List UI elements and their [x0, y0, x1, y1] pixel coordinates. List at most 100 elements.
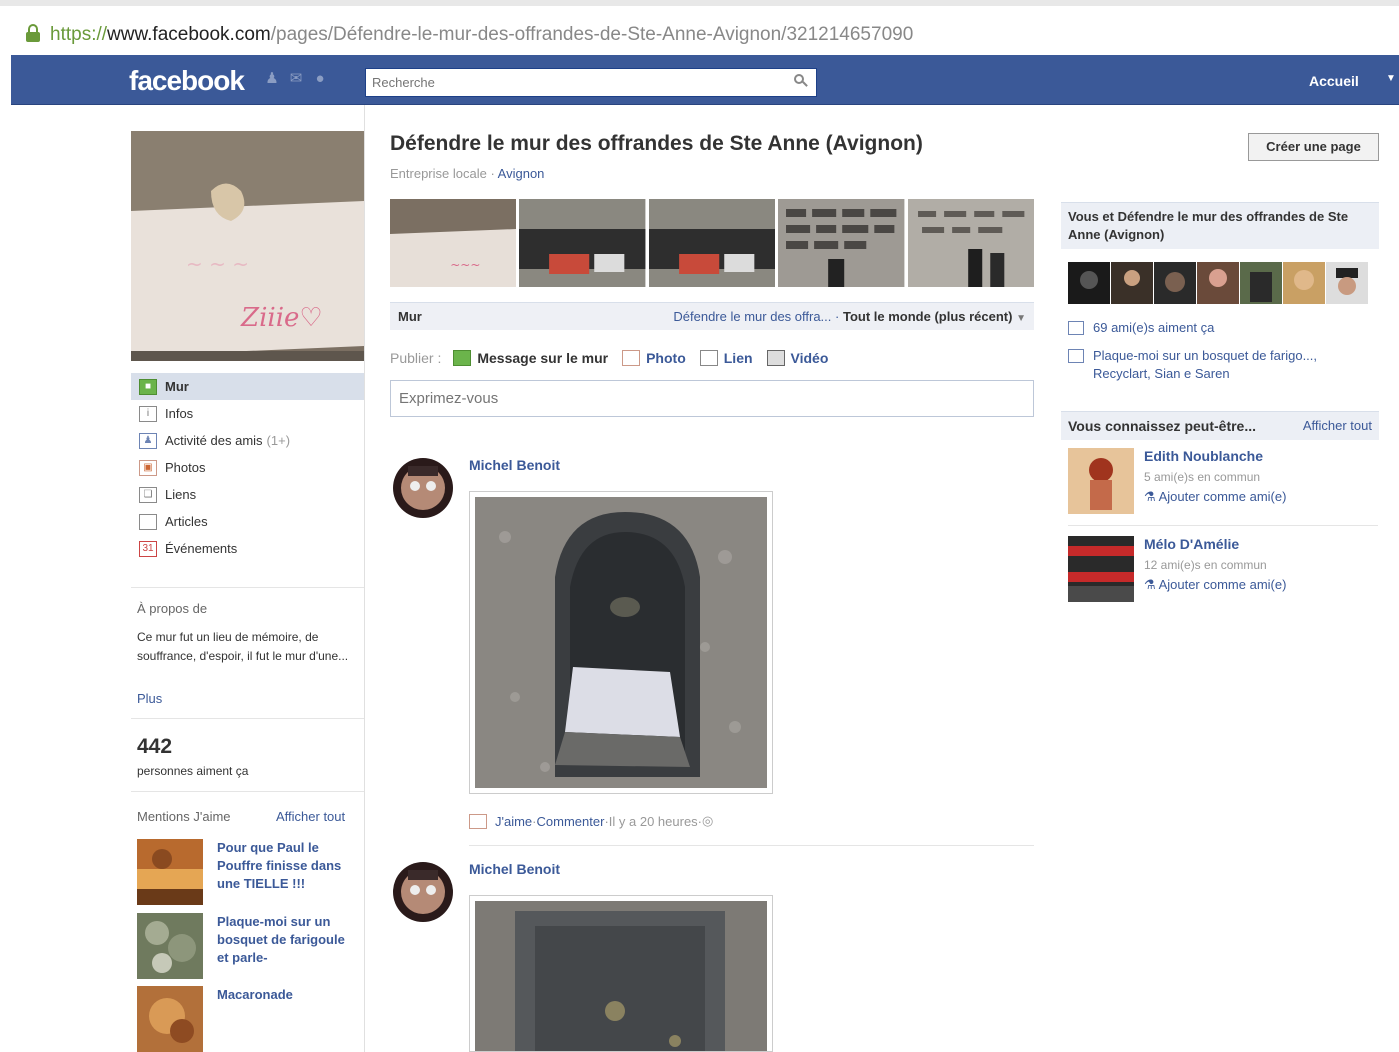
suggestion-name[interactable]: Mélo D'Amélie: [1144, 536, 1239, 552]
strip-photo[interactable]: [648, 199, 776, 287]
events-icon: 31: [139, 540, 157, 557]
home-link[interactable]: Accueil: [1309, 73, 1359, 89]
mention-title[interactable]: Macaronade: [217, 986, 357, 1004]
friend-avatar[interactable]: [1240, 262, 1282, 304]
photo-icon: [469, 813, 487, 829]
friends-who-like-strip: [1068, 262, 1368, 304]
add-friend-icon: ⚗: [1144, 577, 1156, 592]
mention-thumbnail: [137, 913, 203, 979]
strip-photo[interactable]: [907, 199, 1035, 287]
friend-requests-icon[interactable]: ♟: [263, 71, 281, 87]
facebook-logo[interactable]: facebook: [129, 65, 245, 97]
suggestion-avatar[interactable]: [1068, 448, 1134, 514]
url-text[interactable]: https://www.facebook.com/pages/Défendre-…: [50, 24, 913, 46]
friend-avatar[interactable]: [1068, 262, 1110, 304]
status-input[interactable]: [391, 381, 1033, 416]
mention-title[interactable]: Pour que Paul le Pouffre finisse dans un…: [217, 839, 357, 893]
left-navigation: ■ Mur i Infos ♟ Activité des amis (1+) ▣ Phot…: [131, 373, 364, 562]
nav-item-photos[interactable]: ▣ Photos: [131, 454, 364, 481]
create-page-button[interactable]: Créer une page: [1248, 133, 1379, 161]
about-text: Ce mur fut un lieu de mémoire, de souffr…: [137, 630, 349, 663]
photo-icon: [622, 350, 641, 366]
page-title: Défendre le mur des offrandes de Ste Ann…: [390, 132, 923, 155]
wall-tab-label: Mur: [398, 309, 422, 324]
separator: ·: [831, 309, 843, 324]
strip-photo[interactable]: [519, 199, 646, 287]
friend-avatar[interactable]: [1197, 262, 1239, 304]
publish-video-option[interactable]: Vidéo: [766, 350, 828, 366]
liked-pages-line[interactable]: Plaque-moi sur un bosquet de farigo..., …: [1068, 347, 1368, 383]
like-link[interactable]: J'aime: [495, 814, 532, 829]
suggestion-avatar[interactable]: [1068, 536, 1134, 602]
wall-filter-page-link[interactable]: Défendre le mur des offra...: [673, 309, 831, 324]
section-divider: [131, 791, 364, 792]
friend-avatar[interactable]: [1283, 262, 1325, 304]
publish-status-option[interactable]: Message sur le mur: [453, 350, 608, 366]
post-author-avatar[interactable]: [393, 862, 453, 922]
post-timestamp[interactable]: Il y a 20 heures: [609, 814, 698, 829]
publish-link-option[interactable]: Lien: [699, 350, 753, 366]
friend-avatar[interactable]: [1111, 262, 1153, 304]
nav-item-links[interactable]: ❏ Liens: [131, 481, 364, 508]
friend-avatar[interactable]: [1326, 262, 1368, 304]
friends-like-line[interactable]: 69 ami(e)s aiment ça: [1068, 319, 1214, 337]
add-friend-button[interactable]: ⚗ Ajouter comme ami(e): [1144, 489, 1286, 505]
mention-title[interactable]: Plaque-moi sur un bosquet de farigoule e…: [217, 913, 357, 967]
friends-icon: ♟: [139, 432, 157, 449]
suggestions-header: Vous connaissez peut-être... Afficher to…: [1061, 411, 1379, 440]
mention-item[interactable]: Pour que Paul le Pouffre finisse dans un…: [137, 839, 357, 905]
friends-like-text: 69 ami(e)s aiment ça: [1093, 320, 1215, 335]
comment-link[interactable]: Commenter: [537, 814, 605, 829]
about-more-link[interactable]: Plus: [137, 691, 162, 706]
post-divider: [469, 845, 1034, 846]
page-profile-picture[interactable]: Ziiie♡ ~ ~ ~: [131, 131, 364, 361]
suggestion-divider: [1068, 525, 1378, 526]
link-icon: [699, 350, 718, 366]
publish-photo-option[interactable]: Photo: [622, 350, 686, 366]
suggestion-mutual[interactable]: 12 ami(e)s en commun: [1144, 558, 1267, 572]
page-subtitle: Entreprise locale · Avignon: [390, 166, 544, 181]
nav-item-events[interactable]: 31 Événements: [131, 535, 364, 562]
search-icon[interactable]: [794, 74, 808, 88]
add-friend-icon: ⚗: [1144, 489, 1156, 504]
lock-icon: [26, 24, 40, 42]
strip-photo[interactable]: ~~~: [390, 199, 517, 287]
friends-icon: [1068, 321, 1084, 335]
notifications-icon[interactable]: ●: [311, 71, 329, 87]
mention-thumbnail: [137, 839, 203, 905]
messages-icon[interactable]: ✉: [287, 71, 305, 87]
browser-address-bar[interactable]: https://www.facebook.com/pages/Défendre-…: [0, 0, 1399, 55]
status-composer: [390, 380, 1034, 417]
liked-pages-text: Plaque-moi sur un bosquet de farigo..., …: [1093, 348, 1318, 381]
post-photo[interactable]: [469, 491, 773, 794]
mention-item[interactable]: Macaronade: [137, 986, 357, 1052]
nav-item-info[interactable]: i Infos: [131, 400, 364, 427]
suggestions-see-all-link[interactable]: Afficher tout: [1303, 417, 1372, 435]
search-input[interactable]: [366, 69, 786, 96]
mentions-see-all-link[interactable]: Afficher tout: [276, 809, 345, 824]
nav-item-friends-activity[interactable]: ♟ Activité des amis (1+): [131, 427, 364, 454]
post-author-avatar[interactable]: [393, 458, 453, 518]
account-dropdown-icon[interactable]: ▼: [1386, 73, 1396, 84]
suggestion-name[interactable]: Edith Noublanche: [1144, 448, 1263, 464]
chevron-down-icon[interactable]: ▼: [1016, 313, 1026, 324]
you-and-page-header: Vous et Défendre le mur des offrandes de…: [1061, 202, 1379, 249]
nav-item-wall[interactable]: ■ Mur: [131, 373, 364, 400]
globe-icon: ◎: [702, 813, 714, 828]
about-title: À propos de: [137, 601, 208, 616]
friend-avatar[interactable]: [1154, 262, 1196, 304]
post-author-name[interactable]: Michel Benoit: [469, 861, 560, 877]
post-photo[interactable]: [469, 895, 773, 1052]
mention-item[interactable]: Plaque-moi sur un bosquet de farigoule e…: [137, 913, 357, 979]
section-divider: [131, 718, 364, 719]
search-box: [365, 68, 817, 97]
add-friend-button[interactable]: ⚗ Ajouter comme ami(e): [1144, 577, 1286, 593]
nav-item-notes[interactable]: Articles: [131, 508, 364, 535]
nav-item-label: Articles: [165, 514, 208, 529]
post-author-name[interactable]: Michel Benoit: [469, 457, 560, 473]
wall-filter-current[interactable]: Tout le monde (plus récent): [843, 309, 1013, 324]
strip-photo[interactable]: [778, 199, 905, 287]
page-city-link[interactable]: Avignon: [498, 166, 545, 181]
wall-filter[interactable]: Défendre le mur des offra... · Tout le m…: [673, 309, 1026, 324]
suggestion-mutual[interactable]: 5 ami(e)s en commun: [1144, 470, 1260, 484]
